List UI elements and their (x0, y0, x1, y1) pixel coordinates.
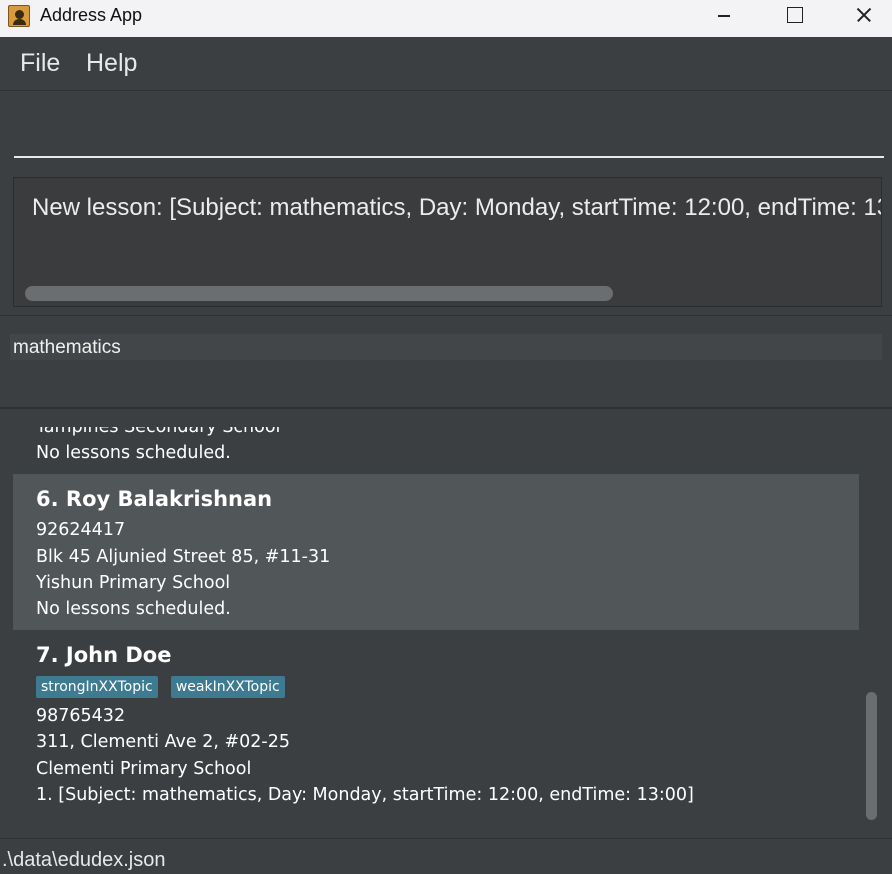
filter-text: mathematics (13, 337, 121, 358)
title-bar: Address App (0, 0, 892, 37)
command-box (0, 92, 892, 170)
menu-file[interactable]: File (20, 49, 60, 78)
person-list-panel: Tampines Secondary School No lessons sch… (0, 411, 892, 838)
person-address: Blk 45 Aljunied Street 85, #11-31 (36, 546, 331, 567)
vertical-scrollbar[interactable] (860, 427, 882, 823)
maximize-button[interactable] (766, 0, 822, 33)
person-name: 7. John Doe (36, 643, 172, 668)
person-school: Yishun Primary School (36, 572, 231, 593)
window-title: Address App (40, 5, 143, 25)
tag: strongInXXTopic (36, 676, 158, 699)
result-display: New lesson: [Subject: mathematics, Day: … (13, 177, 882, 307)
person-phone: 98765432 (36, 706, 126, 727)
filter-field[interactable]: mathematics (10, 334, 882, 360)
minimize-button[interactable] (696, 0, 752, 33)
person-school: Clementi Primary School (36, 758, 252, 779)
result-display-pane: New lesson: [Subject: mathematics, Day: … (0, 170, 892, 316)
person-name: 6. Roy Balakrishnan (36, 487, 273, 512)
person-list[interactable]: Tampines Secondary School No lessons sch… (13, 427, 859, 823)
person-school: Tampines Secondary School (36, 427, 281, 437)
person-lessons: No lessons scheduled. (36, 599, 231, 620)
save-location: .\data\edudex.json (2, 849, 166, 871)
person-lessons: No lessons scheduled. (36, 443, 231, 464)
tag-list: strongInXXTopic weakInXXTopic (36, 673, 836, 703)
result-text: New lesson: [Subject: mathematics, Day: … (32, 194, 882, 221)
command-input[interactable] (14, 116, 884, 158)
tag: weakInXXTopic (170, 676, 285, 699)
status-bar: .\data\edudex.json (0, 838, 892, 874)
person-card[interactable]: 6. Roy Balakrishnan 92624417 Blk 45 Alju… (13, 474, 859, 631)
close-button[interactable] (836, 0, 892, 33)
horizontal-scrollbar[interactable] (25, 286, 613, 301)
person-address: 311, Clementi Ave 2, #02-25 (36, 732, 290, 753)
person-phone: 92624417 (36, 520, 126, 541)
person-card[interactable]: Tampines Secondary School No lessons sch… (13, 427, 859, 475)
menu-help[interactable]: Help (86, 49, 137, 78)
menu-bar: File Help (0, 37, 892, 91)
person-lessons: 1. [Subject: mathematics, Day: Monday, s… (36, 784, 694, 805)
filter-pane: mathematics (0, 317, 892, 409)
person-card[interactable]: 7. John Doe strongInXXTopic weakInXXTopi… (13, 630, 859, 817)
address-book-icon (8, 5, 30, 27)
vertical-scrollbar-thumb[interactable] (866, 692, 877, 820)
